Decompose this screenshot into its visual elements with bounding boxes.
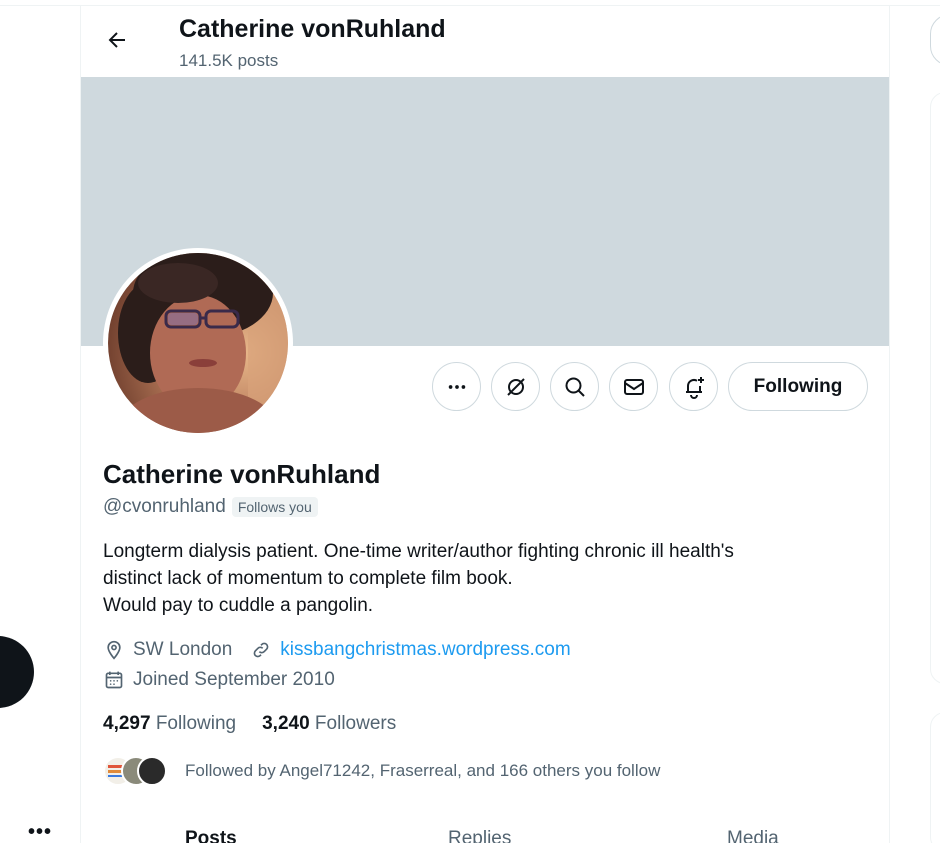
bio-line: Longterm dialysis patient. One-time writ… xyxy=(103,541,734,562)
bell-plus-icon xyxy=(685,376,704,399)
following-stat[interactable]: 4,297 Following xyxy=(103,713,236,735)
profile-display-name: Catherine vonRuhland xyxy=(103,459,381,489)
profile-bio: Longterm dialysis patient. One-time writ… xyxy=(103,538,843,619)
message-button[interactable] xyxy=(609,362,658,411)
link-icon xyxy=(250,639,272,661)
grok-icon xyxy=(506,377,525,396)
more-icon xyxy=(448,384,465,389)
followers-label: Followers xyxy=(314,713,397,734)
avatar-photo-icon xyxy=(108,253,288,433)
header-display-name: Catherine vonRuhland xyxy=(179,15,446,43)
right-sidebar-card xyxy=(930,712,940,843)
followed-by-row[interactable]: Followed by Angel71242, Fraserreal, and … xyxy=(103,754,660,788)
tab-replies[interactable]: Replies xyxy=(448,828,511,843)
more-menu-icon[interactable]: ••• xyxy=(28,822,54,842)
following-count: 4,297 xyxy=(103,713,151,734)
header-post-count: 141.5K posts xyxy=(179,51,279,70)
avatar[interactable] xyxy=(103,248,293,438)
back-button[interactable] xyxy=(99,22,135,58)
right-search-input[interactable] xyxy=(930,14,940,66)
following-label: Following xyxy=(155,713,237,734)
bio-line: distinct lack of momentum to complete fi… xyxy=(103,568,513,589)
profile-header-bar: Catherine vonRuhland 141.5K posts xyxy=(81,6,889,77)
followed-by-text: Followed by Angel71242, Fraserreal, and … xyxy=(185,761,661,780)
grok-button[interactable] xyxy=(491,362,540,411)
profile-location: SW London xyxy=(133,639,233,660)
more-options-button[interactable] xyxy=(432,362,481,411)
follow-stats: 4,297 Following 3,240 Followers xyxy=(103,713,396,735)
mutual-avatars xyxy=(103,754,173,788)
post-compose-button[interactable] xyxy=(0,636,34,708)
followers-stat[interactable]: 3,240 Followers xyxy=(262,713,396,735)
follows-you-badge: Follows you xyxy=(231,497,318,517)
right-sidebar xyxy=(890,0,940,843)
profile-handle: @cvonruhland xyxy=(103,496,226,517)
handle-row: @cvonruhland Follows you xyxy=(103,496,318,518)
profile-column: Catherine vonRuhland 141.5K posts Follow… xyxy=(80,6,890,843)
following-button[interactable]: Following xyxy=(728,362,868,411)
profile-website-link[interactable]: kissbangchristmas.wordpress.com xyxy=(280,639,570,661)
profile-joined-date: Joined September 2010 xyxy=(133,669,335,690)
search-profile-button[interactable] xyxy=(550,362,599,411)
profile-tabs: Posts Replies Media xyxy=(81,828,889,843)
right-sidebar-card xyxy=(930,92,940,684)
tab-posts[interactable]: Posts xyxy=(185,828,237,843)
left-nav-rail: ••• xyxy=(0,0,80,843)
avatar xyxy=(137,756,167,786)
followers-count: 3,240 xyxy=(262,713,310,734)
mail-icon xyxy=(623,378,644,395)
joined-row: Joined September 2010 xyxy=(103,669,335,691)
location-pin-icon xyxy=(103,639,125,661)
search-icon xyxy=(565,377,585,397)
bio-line: Would pay to cuddle a pangolin. xyxy=(103,595,374,616)
avatar-image xyxy=(108,253,288,433)
notifications-button[interactable] xyxy=(669,362,718,411)
profile-meta-row: SW London kissbangchristmas.wordpress.co… xyxy=(103,639,571,661)
arrow-left-icon xyxy=(108,32,125,48)
calendar-icon xyxy=(103,669,125,691)
tab-media[interactable]: Media xyxy=(727,828,779,843)
